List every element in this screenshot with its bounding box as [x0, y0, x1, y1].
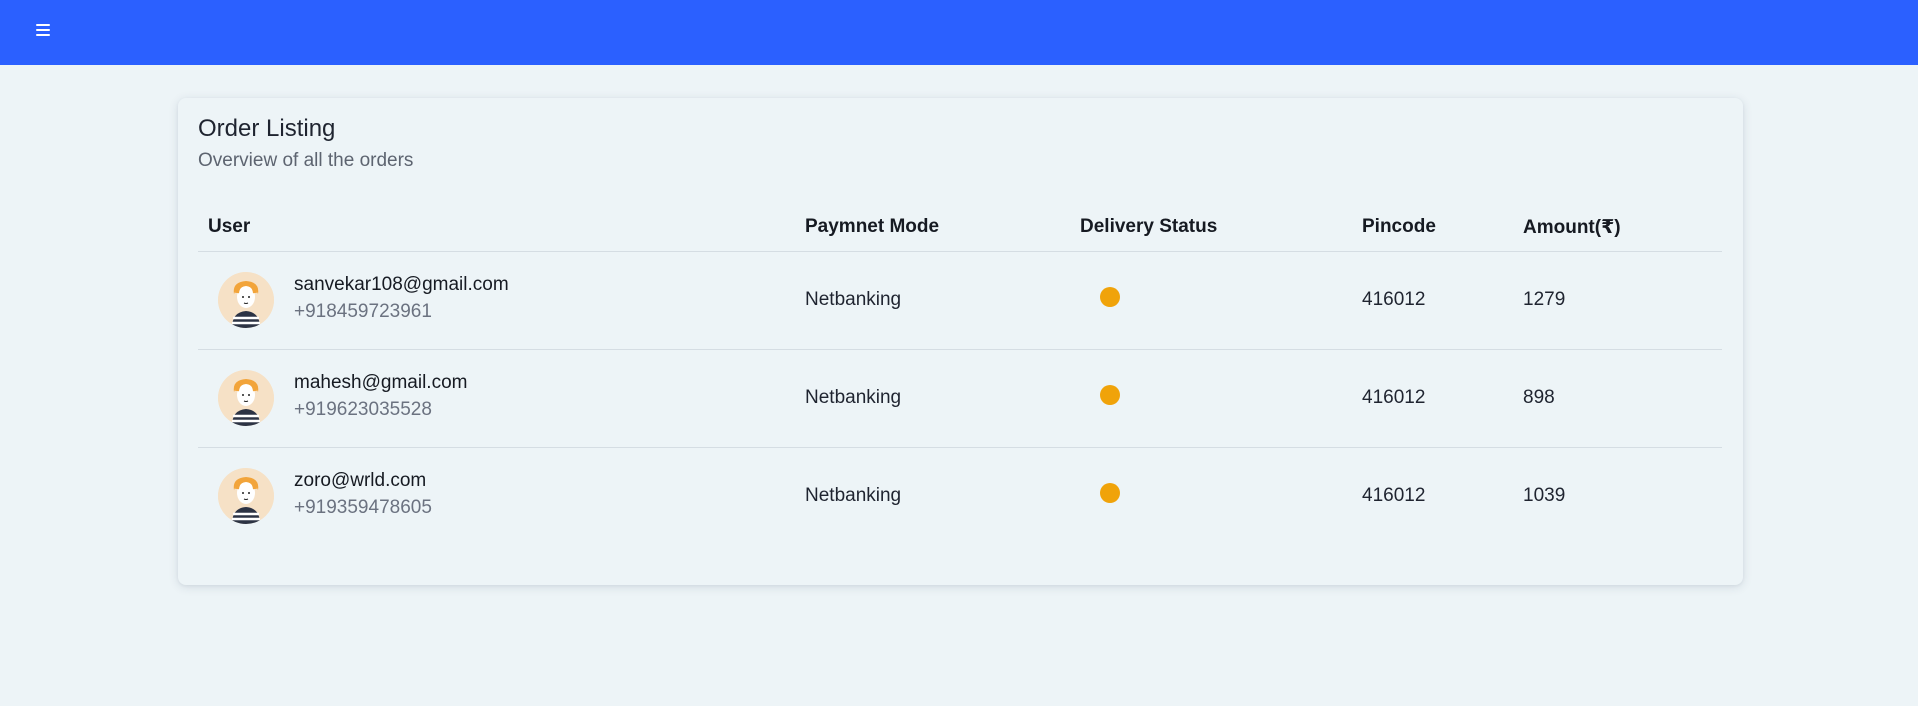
user-email: zoro@wrld.com: [294, 470, 427, 491]
menu-line: [36, 24, 50, 26]
user-avatar-icon: [218, 468, 274, 524]
user-email: mahesh@gmail.com: [294, 372, 468, 393]
delivery-status-indicator: [1100, 385, 1120, 405]
user-phone: +919623035528: [294, 399, 432, 420]
avatar: [218, 370, 274, 426]
payment-mode: Netbanking: [805, 289, 902, 310]
amount: 898: [1523, 387, 1555, 408]
column-header-pincode: Pincode: [1362, 216, 1436, 237]
payment-mode: Netbanking: [805, 485, 902, 506]
user-phone: +918459723961: [294, 301, 432, 322]
order-listing-card: Order Listing Overview of all the orders…: [178, 98, 1743, 585]
user-email: sanvekar108@gmail.com: [294, 274, 509, 295]
column-header-payment-mode: Paymnet Mode: [805, 216, 940, 237]
column-header-user: User: [208, 216, 251, 237]
avatar: [218, 272, 274, 328]
user-phone: +919359478605: [294, 497, 432, 518]
table-row[interactable]: zoro@wrld.com +919359478605 Netbanking 4…: [198, 448, 1722, 545]
user-avatar-icon: [218, 370, 274, 426]
payment-mode: Netbanking: [805, 387, 902, 408]
pincode: 416012: [1362, 387, 1426, 408]
amount: 1279: [1523, 289, 1566, 310]
page-title: Order Listing: [198, 115, 336, 142]
column-header-delivery-status: Delivery Status: [1080, 216, 1218, 237]
orders-table: User Paymnet Mode Delivery Status Pincod…: [198, 208, 1722, 545]
table-row[interactable]: sanvekar108@gmail.com +918459723961 Netb…: [198, 252, 1722, 350]
table-row[interactable]: mahesh@gmail.com +919623035528 Netbankin…: [198, 350, 1722, 448]
delivery-status-indicator: [1100, 287, 1120, 307]
pincode: 416012: [1362, 485, 1426, 506]
user-avatar-icon: [218, 272, 274, 328]
page-subtitle: Overview of all the orders: [198, 150, 414, 171]
avatar: [218, 468, 274, 524]
delivery-status-indicator: [1100, 483, 1120, 503]
amount: 1039: [1523, 485, 1566, 506]
pincode: 416012: [1362, 289, 1426, 310]
top-navbar: [0, 0, 1918, 65]
table-header: User Paymnet Mode Delivery Status Pincod…: [198, 208, 1722, 252]
menu-line: [36, 34, 50, 36]
column-header-amount: Amount(₹): [1523, 217, 1621, 238]
hamburger-menu-icon[interactable]: [36, 21, 54, 39]
menu-line: [36, 29, 50, 31]
